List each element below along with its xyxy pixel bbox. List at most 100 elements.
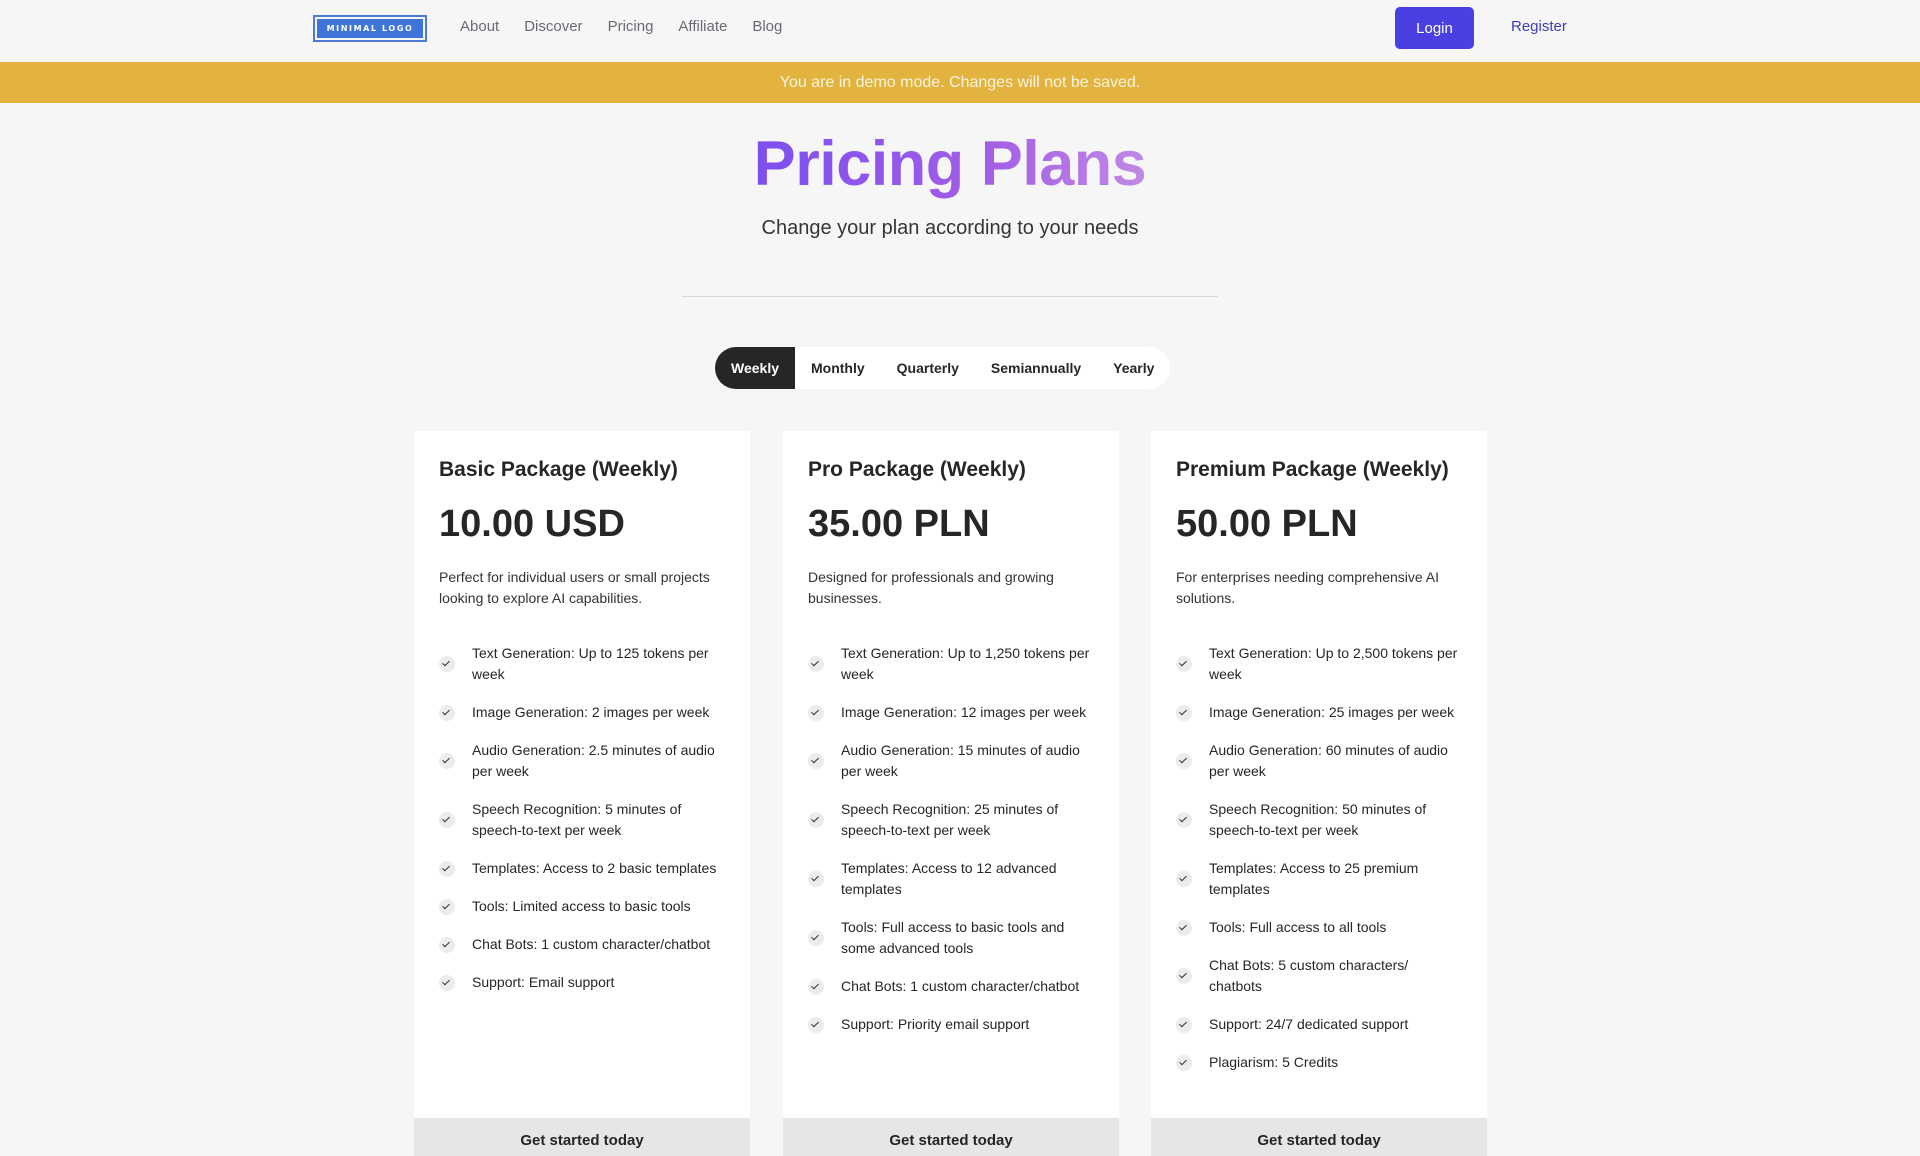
check-icon: [808, 704, 824, 721]
feature-item: Tools: Full access to basic tools and so…: [808, 917, 1094, 959]
feature-text: Text Generation: Up to 125 tokens per we…: [472, 645, 709, 682]
check-icon: [808, 930, 824, 946]
nav-link-discover[interactable]: Discover: [524, 18, 582, 36]
logo[interactable]: MINIMAL LOGO: [313, 15, 427, 42]
period-option-semiannually[interactable]: Semiannually: [975, 347, 1097, 389]
feature-list: Text Generation: Up to 125 tokens per we…: [439, 643, 725, 993]
feature-item: Templates: Access to 25 premium template…: [1176, 858, 1462, 900]
plan-card-basic: Basic Package (Weekly) 10.00 USD Perfect…: [414, 431, 750, 1156]
check-icon: [808, 656, 824, 672]
feature-text: Image Generation: 25 images per week: [1209, 704, 1455, 720]
feature-text: Templates: Access to 12 advanced templat…: [841, 860, 1057, 897]
nav-link-affiliate[interactable]: Affiliate: [678, 18, 727, 36]
check-icon: [439, 860, 455, 877]
register-link[interactable]: Register: [1511, 18, 1567, 36]
plan-price: 35.00 PLN: [808, 503, 990, 545]
feature-item: Chat Bots: 1 custom character/chatbot: [439, 934, 725, 955]
page-title-text: Pricing Plans: [753, 129, 1147, 199]
feature-list: Text Generation: Up to 1,250 tokens per …: [808, 643, 1094, 1035]
feature-text: Image Generation: 12 images per week: [841, 704, 1087, 720]
page-title: Pricing Plans: [0, 124, 1900, 204]
feature-text: Tools: Limited access to basic tools: [472, 898, 691, 914]
get-started-button[interactable]: Get started today: [783, 1118, 1119, 1156]
section-divider: [682, 296, 1218, 297]
page-subtitle: Change your plan according to your needs: [761, 217, 1139, 239]
feature-text: Audio Generation: 15 minutes of audio pe…: [841, 742, 1080, 779]
plan-name: Pro Package (Weekly): [808, 458, 1026, 481]
feature-item: Support: Priority email support: [808, 1014, 1094, 1035]
feature-item: Audio Generation: 2.5 minutes of audio p…: [439, 740, 725, 782]
feature-text: Plagiarism: 5 Credits: [1209, 1054, 1339, 1070]
feature-item: Chat Bots: 5 custom characters/ chatbots: [1176, 955, 1462, 997]
check-icon: [1176, 1054, 1192, 1071]
check-icon: [808, 978, 824, 995]
feature-text: Text Generation: Up to 1,250 tokens per …: [841, 645, 1090, 682]
check-icon: [808, 812, 824, 828]
check-icon: [439, 974, 455, 991]
feature-item: Plagiarism: 5 Credits: [1176, 1052, 1462, 1073]
feature-text: Templates: Access to 2 basic templates: [472, 860, 717, 876]
feature-item: Image Generation: 12 images per week: [808, 702, 1094, 723]
feature-item: Text Generation: Up to 2,500 tokens per …: [1176, 643, 1462, 685]
feature-item: Tools: Full access to all tools: [1176, 917, 1462, 938]
check-icon: [439, 898, 455, 915]
check-icon: [439, 704, 455, 721]
check-icon: [1176, 656, 1192, 672]
feature-list: Text Generation: Up to 2,500 tokens per …: [1176, 643, 1462, 1073]
check-icon: [808, 753, 824, 769]
plan-name: Premium Package (Weekly): [1176, 458, 1449, 481]
top-navbar: MINIMAL LOGO About Discover Pricing Affi…: [0, 0, 1920, 62]
login-button[interactable]: Login: [1395, 7, 1474, 49]
main-nav: About Discover Pricing Affiliate Blog: [460, 18, 782, 36]
billing-period-toggle: Weekly Monthly Quarterly Semiannually Ye…: [715, 347, 1171, 389]
period-option-monthly[interactable]: Monthly: [795, 347, 881, 389]
feature-item: Text Generation: Up to 1,250 tokens per …: [808, 643, 1094, 685]
feature-text: Tools: Full access to all tools: [1209, 919, 1387, 935]
check-icon: [1176, 919, 1192, 936]
feature-text: Chat Bots: 1 custom character/chatbot: [841, 978, 1080, 994]
feature-text: Support: 24/7 dedicated support: [1209, 1016, 1409, 1032]
feature-item: Tools: Limited access to basic tools: [439, 896, 725, 917]
feature-item: Audio Generation: 60 minutes of audio pe…: [1176, 740, 1462, 782]
check-icon: [1176, 1016, 1192, 1033]
feature-item: Text Generation: Up to 125 tokens per we…: [439, 643, 725, 685]
nav-link-pricing[interactable]: Pricing: [608, 18, 654, 36]
period-option-yearly[interactable]: Yearly: [1097, 347, 1170, 389]
feature-text: Support: Email support: [472, 974, 615, 990]
feature-text: Image Generation: 2 images per week: [472, 704, 710, 720]
plan-description: Designed for professionals and growing b…: [808, 569, 1054, 606]
check-icon: [439, 656, 455, 672]
feature-text: Audio Generation: 2.5 minutes of audio p…: [472, 742, 715, 779]
check-icon: [1176, 812, 1192, 828]
feature-item: Audio Generation: 15 minutes of audio pe…: [808, 740, 1094, 782]
demo-mode-text: You are in demo mode. Changes will not b…: [779, 73, 1141, 91]
feature-text: Templates: Access to 25 premium template…: [1209, 860, 1419, 897]
feature-item: Chat Bots: 1 custom character/chatbot: [808, 976, 1094, 997]
period-option-quarterly[interactable]: Quarterly: [881, 347, 975, 389]
nav-link-about[interactable]: About: [460, 18, 499, 36]
feature-text: Support: Priority email support: [841, 1016, 1030, 1032]
check-icon: [1176, 871, 1192, 887]
feature-item: Speech Recognition: 50 minutes of speech…: [1176, 799, 1462, 841]
check-icon: [1176, 704, 1192, 721]
check-icon: [439, 753, 455, 769]
feature-item: Support: Email support: [439, 972, 725, 993]
feature-item: Templates: Access to 12 advanced templat…: [808, 858, 1094, 900]
feature-item: Image Generation: 25 images per week: [1176, 702, 1462, 723]
feature-item: Speech Recognition: 25 minutes of speech…: [808, 799, 1094, 841]
feature-text: Tools: Full access to basic tools and so…: [841, 919, 1065, 956]
get-started-button[interactable]: Get started today: [1151, 1118, 1487, 1156]
period-option-weekly[interactable]: Weekly: [715, 347, 795, 389]
nav-link-blog[interactable]: Blog: [752, 18, 782, 36]
plan-name: Basic Package (Weekly): [439, 458, 678, 481]
feature-item: Speech Recognition: 5 minutes of speech-…: [439, 799, 725, 841]
get-started-button[interactable]: Get started today: [414, 1118, 750, 1156]
plan-price: 10.00 USD: [439, 503, 625, 545]
feature-text: Audio Generation: 60 minutes of audio pe…: [1209, 742, 1448, 779]
plan-card-pro: Pro Package (Weekly) 35.00 PLN Designed …: [783, 431, 1119, 1156]
feature-text: Speech Recognition: 25 minutes of speech…: [841, 801, 1059, 838]
plan-price: 50.00 PLN: [1176, 503, 1358, 545]
check-icon: [1176, 968, 1192, 984]
check-icon: [808, 1016, 824, 1033]
check-icon: [439, 812, 455, 828]
